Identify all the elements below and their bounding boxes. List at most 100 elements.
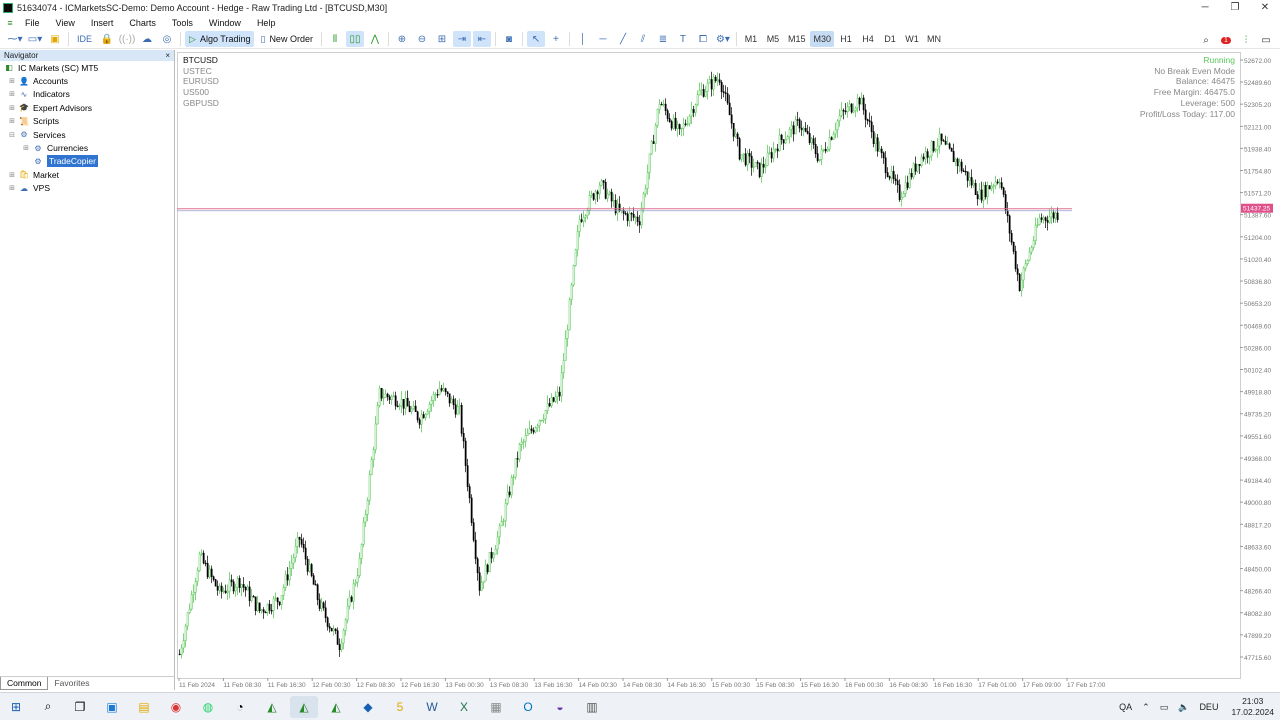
timeframe-m5[interactable]: M5 — [763, 31, 783, 47]
cloud-icon[interactable]: ☁ — [138, 31, 156, 47]
zoom-out-icon[interactable]: ⊖ — [413, 31, 431, 47]
cursor-icon[interactable]: ↖ — [526, 31, 545, 47]
timeframe-m30[interactable]: M30 — [810, 31, 834, 47]
menu-file[interactable]: File — [17, 18, 48, 28]
maximize-button[interactable]: ❐ — [1220, 0, 1250, 15]
word-icon[interactable]: W — [418, 696, 446, 718]
new-chart-icon[interactable]: ⁓▾ — [6, 31, 24, 47]
clock[interactable]: 21:03 17.02.2024 — [1231, 696, 1274, 718]
expand-icon[interactable]: ⊞ — [8, 117, 16, 125]
timeframe-m15[interactable]: M15 — [785, 31, 809, 47]
menu-view[interactable]: View — [48, 18, 83, 28]
app-menu-icon[interactable]: ≡ — [3, 17, 17, 28]
new-order-button[interactable]: ▯ New Order — [256, 31, 316, 47]
chart-window[interactable]: 52672.00 52489.60 52305.20 52121.00 51938.40… — [177, 52, 1280, 690]
app-icon[interactable]: ◆ — [354, 696, 382, 718]
signals-icon[interactable]: ⫶ — [1237, 32, 1255, 48]
search-icon[interactable]: ⌕ — [1197, 32, 1215, 48]
ide-button[interactable]: IDE — [73, 31, 96, 47]
whatsapp-icon[interactable]: ◍ — [194, 696, 222, 718]
tab-favorites[interactable]: Favorites — [48, 677, 95, 690]
tree-item-tradecopier[interactable]: ⚙ TradeCopier — [0, 155, 174, 168]
timeframe-h4[interactable]: H4 — [858, 31, 878, 47]
mt5-icon[interactable]: ◭ — [258, 696, 286, 718]
menu-charts[interactable]: Charts — [121, 18, 164, 28]
app-icon[interactable]: ◒ — [546, 696, 574, 718]
task-view-icon[interactable]: ❐ — [66, 696, 94, 718]
menu-window[interactable]: Window — [201, 18, 249, 28]
screenshot-icon[interactable]: ◙ — [500, 31, 518, 47]
files-icon[interactable]: ▤ — [130, 696, 158, 718]
chrome-icon[interactable]: ◉ — [162, 696, 190, 718]
tree-item-accounts[interactable]: ⊞ 👤 Accounts — [0, 74, 174, 87]
tree-item-scripts[interactable]: ⊞ 📜 Scripts — [0, 115, 174, 128]
timeframe-mn[interactable]: MN — [924, 31, 944, 47]
tree-item-market[interactable]: ⊞ 🛍 Market — [0, 168, 174, 181]
horizontal-line-icon[interactable]: ─ — [594, 31, 612, 47]
trendline-icon[interactable]: ╱ — [614, 31, 632, 47]
expand-icon[interactable]: ⊞ — [8, 184, 16, 192]
expand-icon[interactable]: ⊞ — [8, 90, 16, 98]
tree-root[interactable]: ◧ IC Markets (SC) MT5 — [0, 61, 174, 74]
signal-icon[interactable]: ((·)) — [118, 31, 136, 47]
line-chart-icon[interactable]: ⋀ — [366, 31, 384, 47]
search-icon[interactable]: ⌕ — [34, 696, 62, 718]
network-icon[interactable]: ▭ — [1160, 702, 1169, 713]
keyboard-layout[interactable]: DEU — [1199, 702, 1218, 712]
price-chart[interactable]: 52672.00 52489.60 52305.20 52121.00 51938.40… — [177, 52, 1280, 690]
timeframe-m1[interactable]: M1 — [741, 31, 761, 47]
channel-icon[interactable]: ⫽ — [634, 31, 652, 47]
fibonacci-icon[interactable]: ≣ — [654, 31, 672, 47]
expand-icon[interactable]: ⊞ — [8, 77, 16, 85]
objects-icon[interactable]: ⚙▾ — [714, 31, 732, 47]
chevron-up-icon[interactable]: ⌃ — [1142, 702, 1150, 713]
tile-windows-icon[interactable]: ⊞ — [433, 31, 451, 47]
auto-scroll-icon[interactable]: ⇥ — [452, 31, 471, 47]
menu-tools[interactable]: Tools — [164, 18, 201, 28]
vertical-line-icon[interactable]: │ — [574, 31, 592, 47]
timeframe-w1[interactable]: W1 — [902, 31, 922, 47]
expand-icon[interactable]: ⊞ — [8, 171, 16, 179]
tree-item-expert-advisors[interactable]: ⊞ 🎓 Expert Advisors — [0, 101, 174, 114]
mt5-icon[interactable]: ◭ — [290, 695, 318, 718]
tree-item-services[interactable]: ⊟ ⚙ Services — [0, 128, 174, 141]
vps-icon[interactable]: ◎ — [158, 31, 176, 47]
layout-icon[interactable]: ▭ — [1257, 32, 1275, 48]
tree-item-currencies[interactable]: ⊞ ⚙ Currencies — [0, 141, 174, 154]
navigator-close-button[interactable]: × — [165, 51, 170, 60]
shapes-icon[interactable]: ⧠ — [694, 31, 712, 47]
market-watch-icon[interactable]: ▣ — [46, 31, 64, 47]
bar-chart-icon[interactable]: ⫴ — [326, 31, 344, 47]
timeframe-h1[interactable]: H1 — [836, 31, 856, 47]
timeframe-d1[interactable]: D1 — [880, 31, 900, 47]
app-icon[interactable]: ▥ — [578, 696, 606, 718]
app-icon[interactable]: ◔ — [226, 696, 254, 718]
excel-icon[interactable]: X — [450, 696, 478, 718]
notifications-icon[interactable]: 1 — [1217, 32, 1235, 48]
tree-item-vps[interactable]: ⊞ ☁ VPS — [0, 182, 174, 195]
outlook-icon[interactable]: O — [514, 696, 542, 718]
zoom-in-icon[interactable]: ⊕ — [393, 31, 411, 47]
menu-insert[interactable]: Insert — [83, 18, 122, 28]
text-icon[interactable]: T — [674, 31, 692, 47]
chart-symbol[interactable]: US500 — [183, 87, 219, 98]
chart-symbol[interactable]: USTEC — [183, 66, 219, 77]
algo-trading-button[interactable]: ▷ Algo Trading — [185, 31, 255, 47]
mt5-icon[interactable]: ◭ — [322, 696, 350, 718]
crosshair-icon[interactable]: + — [547, 31, 565, 47]
chart-symbol[interactable]: EURUSD — [183, 76, 219, 87]
profiles-icon[interactable]: ▭▾ — [26, 31, 44, 47]
browser-icon[interactable]: ▣ — [98, 696, 126, 718]
volume-icon[interactable]: 🔈 — [1178, 702, 1189, 713]
close-button[interactable]: ✕ — [1250, 0, 1280, 15]
lock-icon[interactable]: 🔒 — [98, 31, 116, 47]
collapse-icon[interactable]: ⊟ — [8, 131, 16, 139]
expand-icon[interactable]: ⊞ — [8, 104, 16, 112]
start-icon[interactable]: ⊞ — [2, 696, 30, 718]
chart-shift-icon[interactable]: ⇤ — [472, 31, 491, 47]
tab-common[interactable]: Common — [0, 677, 49, 690]
minimize-button[interactable]: ─ — [1190, 0, 1220, 15]
expand-icon[interactable]: ⊞ — [22, 144, 30, 152]
chart-symbol[interactable]: BTCUSD — [183, 55, 219, 66]
menu-help[interactable]: Help — [249, 18, 284, 28]
